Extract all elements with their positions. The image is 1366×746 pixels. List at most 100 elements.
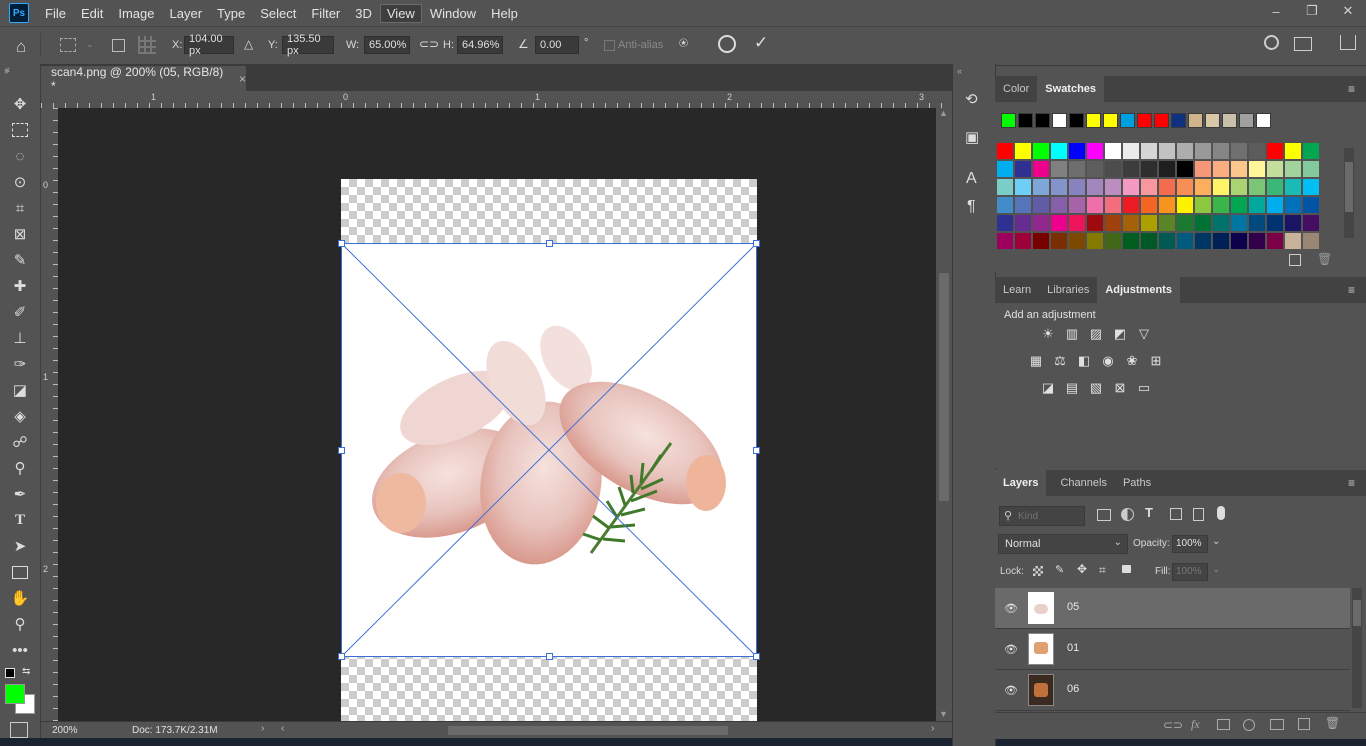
swap-colors-icon[interactable]: ⇆: [22, 666, 30, 677]
swatch[interactable]: [1033, 179, 1049, 195]
swatch[interactable]: [1015, 233, 1031, 249]
menu-layer[interactable]: Layer: [163, 4, 210, 23]
exposure-icon[interactable]: ◩: [1112, 326, 1128, 342]
recent-swatch[interactable]: [1103, 113, 1118, 128]
tab-color[interactable]: Color: [995, 76, 1037, 102]
swatch[interactable]: [1303, 161, 1319, 177]
swatch[interactable]: [1285, 179, 1301, 195]
minimize-button[interactable]: –: [1258, 0, 1294, 22]
eye-icon[interactable]: 👁: [1004, 684, 1018, 697]
swatch[interactable]: [1267, 143, 1283, 159]
swatch[interactable]: [1195, 161, 1211, 177]
angle-field[interactable]: 0.00: [535, 36, 579, 54]
transform-handle-top-left[interactable]: [338, 240, 345, 247]
swatch[interactable]: [1249, 197, 1265, 213]
swatch[interactable]: [1033, 161, 1049, 177]
swatch[interactable]: [1303, 197, 1319, 213]
recent-swatch[interactable]: [1035, 113, 1050, 128]
swatch[interactable]: [1267, 161, 1283, 177]
swatch[interactable]: [1249, 179, 1265, 195]
tab-channels[interactable]: Channels: [1052, 470, 1114, 496]
transform-handle-bottom[interactable]: [546, 653, 553, 660]
restore-button[interactable]: ❐: [1294, 0, 1330, 22]
paragraph-panel-icon[interactable]: ¶: [967, 198, 976, 216]
tab-paths[interactable]: Paths: [1115, 470, 1159, 496]
tab-adjustments[interactable]: Adjustments: [1097, 277, 1180, 303]
swatch[interactable]: [1285, 161, 1301, 177]
swatch[interactable]: [1105, 161, 1121, 177]
swatch[interactable]: [1267, 179, 1283, 195]
brush-tool-icon[interactable]: ✐: [8, 301, 32, 323]
tab-layers[interactable]: Layers: [995, 470, 1047, 496]
type-layer-filter-icon[interactable]: T: [1145, 505, 1153, 520]
vibrance-icon[interactable]: ▽: [1136, 326, 1152, 342]
menu-filter[interactable]: Filter: [304, 4, 347, 23]
swatch[interactable]: [1069, 233, 1085, 249]
swatch[interactable]: [997, 215, 1013, 231]
layer-filter-dropdown[interactable]: ⚲: [999, 506, 1085, 526]
zoom-tool-icon[interactable]: ⚲: [8, 613, 32, 635]
delta-icon[interactable]: △: [244, 37, 253, 51]
delete-layer-icon[interactable]: 🗑: [1325, 716, 1340, 730]
character-panel-icon[interactable]: A: [966, 170, 977, 188]
brightness-icon[interactable]: ☀: [1040, 326, 1056, 342]
hand-tool-icon[interactable]: ✋: [8, 587, 32, 609]
invert-icon[interactable]: ◪: [1040, 380, 1056, 396]
swatch[interactable]: [1267, 215, 1283, 231]
swatch[interactable]: [1195, 197, 1211, 213]
layer-row-06[interactable]: 👁 06: [995, 670, 1350, 711]
swatch[interactable]: [1123, 161, 1139, 177]
tab-learn[interactable]: Learn: [995, 277, 1039, 303]
smart-object-filter-icon[interactable]: [1193, 508, 1204, 521]
zoom-level[interactable]: 200%: [52, 725, 78, 736]
recent-swatch[interactable]: [1256, 113, 1271, 128]
horizontal-scrollbar-thumb[interactable]: [448, 726, 728, 735]
swatch[interactable]: [1123, 197, 1139, 213]
stamp-tool-icon[interactable]: ⊥: [8, 327, 32, 349]
menu-type[interactable]: Type: [210, 4, 252, 23]
type-tool-icon[interactable]: T: [8, 509, 32, 531]
new-adjustment-layer-icon[interactable]: [1243, 719, 1255, 731]
link-icon[interactable]: ⊂⊃: [419, 37, 439, 51]
shape-layer-filter-icon[interactable]: [1170, 508, 1182, 520]
transform-handle-bottom-left[interactable]: [338, 653, 345, 660]
swatch[interactable]: [1231, 143, 1247, 159]
swatch[interactable]: [1015, 197, 1031, 213]
color-balance-icon[interactable]: ⚖: [1052, 353, 1068, 369]
blur-tool-icon[interactable]: ☍: [8, 431, 32, 453]
swatch[interactable]: [1267, 197, 1283, 213]
swatch[interactable]: [1285, 197, 1301, 213]
swatch[interactable]: [1105, 215, 1121, 231]
layers-scrollbar[interactable]: [1352, 588, 1362, 708]
y-field[interactable]: 135.50 px: [282, 33, 334, 57]
layer-name[interactable]: 06: [1067, 683, 1079, 695]
color-lookup-icon[interactable]: ⊞: [1148, 353, 1164, 369]
transform-handle-top-right[interactable]: [753, 240, 760, 247]
add-mask-icon[interactable]: [1217, 719, 1230, 730]
layer-name[interactable]: 05: [1067, 601, 1079, 613]
new-swatch-icon[interactable]: [1289, 254, 1301, 266]
swatch[interactable]: [1087, 233, 1103, 249]
share-icon[interactable]: [1340, 35, 1356, 50]
tab-libraries[interactable]: Libraries: [1039, 277, 1097, 303]
menu-3d[interactable]: 3D: [348, 4, 379, 23]
posterize-icon[interactable]: ▤: [1064, 380, 1080, 396]
panel-menu-icon[interactable]: ≡: [1348, 82, 1355, 96]
swatch[interactable]: [1033, 233, 1049, 249]
swatch[interactable]: [1015, 179, 1031, 195]
scroll-up-icon[interactable]: ▲: [939, 108, 948, 118]
collapse-arrows-icon[interactable]: «: [5, 64, 10, 74]
reference-point-checkbox[interactable]: [112, 39, 125, 52]
swatch[interactable]: [1249, 215, 1265, 231]
antialias-checkbox[interactable]: [604, 40, 615, 51]
swatch[interactable]: [1231, 161, 1247, 177]
recent-swatch[interactable]: [1171, 113, 1186, 128]
rectangle-tool-icon[interactable]: [8, 561, 32, 583]
swatch[interactable]: [1051, 215, 1067, 231]
transform-handle-left[interactable]: [338, 447, 345, 454]
swatch[interactable]: [997, 197, 1013, 213]
swatch[interactable]: [1015, 161, 1031, 177]
crop-tool-icon[interactable]: ⌗: [8, 197, 32, 219]
swatch[interactable]: [1267, 233, 1283, 249]
swatch[interactable]: [1177, 233, 1193, 249]
